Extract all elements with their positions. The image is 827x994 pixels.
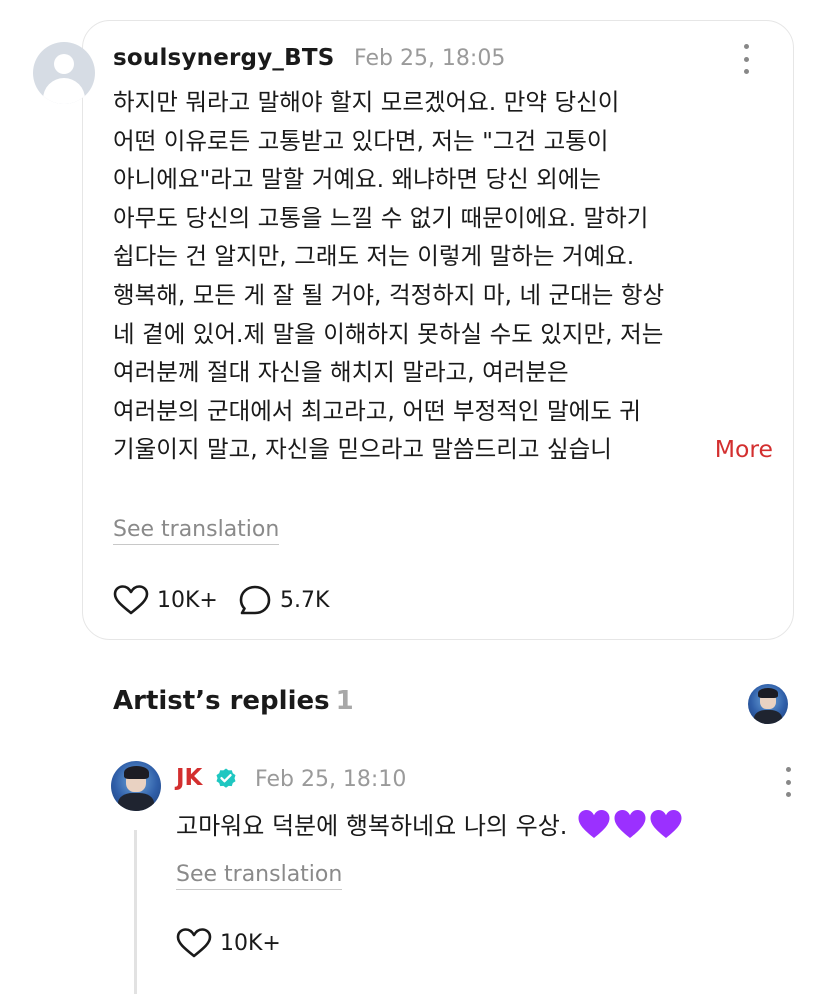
post-body: 하지만 뭐라고 말해야 할지 모르겠어요. 만약 당신이 어떤 이유로든 고통받… <box>113 83 773 469</box>
reply-avatar[interactable] <box>111 761 161 811</box>
post-more-options-icon[interactable] <box>739 44 753 74</box>
purple-heart-emoji <box>650 810 682 838</box>
speech-bubble-icon <box>239 585 271 615</box>
post-line: 네 곁에 있어.제 말을 이해하지 못하실 수도 있지만, 저는 <box>113 319 664 348</box>
reply-see-translation-link[interactable]: See translation <box>176 862 343 890</box>
avatar-head-shape <box>54 54 74 74</box>
heart-outline-icon <box>113 585 149 615</box>
thread-line <box>134 830 137 994</box>
post-username[interactable]: soulsynergy_BTS <box>113 45 335 71</box>
post-line: 쉽다는 건 알지만, 그래도 저는 이렇게 말하는 거예요. <box>113 242 635 271</box>
post-comment-button[interactable]: 5.7K <box>238 584 329 616</box>
text-fade <box>661 430 701 469</box>
purple-heart-emoji <box>614 810 646 838</box>
post-like-button[interactable]: 10K+ <box>113 584 218 616</box>
reply-author-name[interactable]: JK <box>176 765 202 791</box>
post-timestamp: Feb 25, 18:05 <box>354 46 506 71</box>
verified-badge-icon <box>216 768 236 788</box>
reply-like-button[interactable]: 10K+ <box>176 927 281 959</box>
post-line: 여러분께 절대 자신을 해치지 말라고, 여러분은 <box>113 358 569 387</box>
heart-outline-icon <box>176 928 212 958</box>
post-line: 아니에요"라고 말할 거예요. 왜냐하면 당신 외에는 <box>113 165 602 194</box>
artist-replies-title: Artist’s replies <box>113 686 330 716</box>
reply-body: 고마워요 덕분에 행복하네요 나의 우상. <box>176 806 683 841</box>
reply-text: 고마워요 덕분에 행복하네요 나의 우상. <box>176 812 568 840</box>
artist-replies-count: 1 <box>335 686 354 716</box>
more-link[interactable]: More <box>708 430 773 469</box>
artist-replies-heading: Artist’s replies 1 <box>113 686 354 716</box>
reply-like-count: 10K+ <box>220 930 281 956</box>
post-see-translation-link[interactable]: See translation <box>113 517 280 545</box>
post-like-count: 10K+ <box>157 587 218 613</box>
purple-heart-emoji <box>578 810 610 838</box>
purple-heart-emoji-group <box>575 810 683 840</box>
reply-timestamp: Feb 25, 18:10 <box>255 767 407 792</box>
user-avatar[interactable] <box>33 42 95 104</box>
avatar-body-shape <box>43 78 85 104</box>
post-line: 하지만 뭐라고 말해야 할지 모르겠어요. 만약 당신이 <box>113 88 620 116</box>
artist-avatar-small[interactable] <box>748 684 788 724</box>
post-comment-count: 5.7K <box>280 587 330 613</box>
reply-more-options-icon[interactable] <box>781 767 795 797</box>
post-line: 어떤 이유로든 고통받고 있다면, 저는 "그건 고통이 <box>113 126 609 155</box>
post-line: 여러분의 군대에서 최고라고, 어떤 부정적인 말에도 귀 <box>113 396 641 425</box>
post-last-line-row: 기울이지 말고, 자신을 믿으라고 말씀드리고 싶습니 More <box>113 430 773 469</box>
post-line: 아무도 당신의 고통을 느낄 수 없기 때문이에요. 말하기 <box>113 203 649 232</box>
post-line: 행복해, 모든 게 잘 될 거야, 걱정하지 마, 네 군대는 항상 <box>113 280 665 309</box>
post-line: 기울이지 말고, 자신을 믿으라고 말씀드리고 싶습니 <box>113 435 612 464</box>
